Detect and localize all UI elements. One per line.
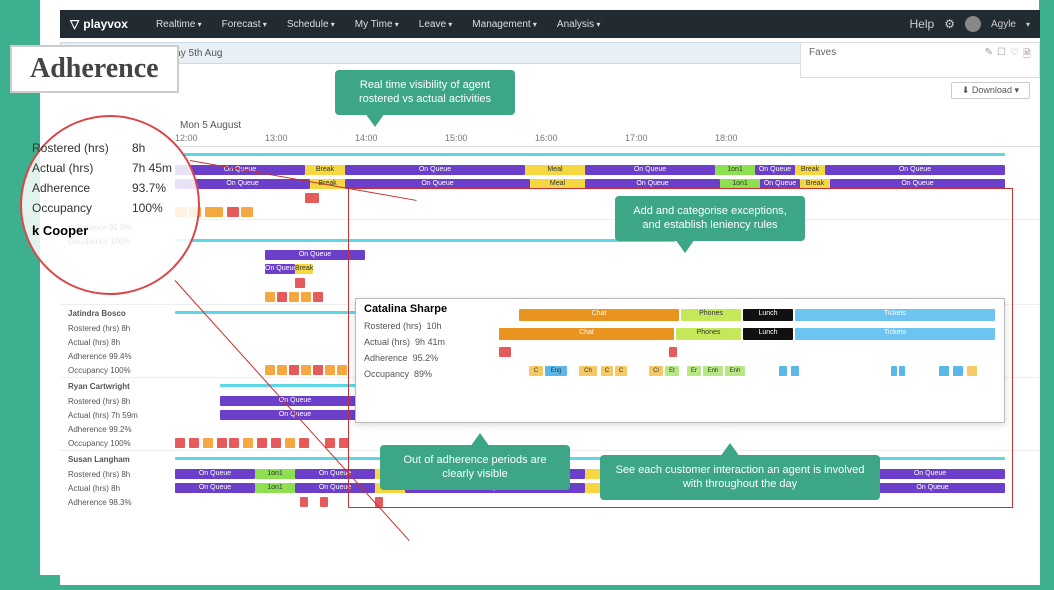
bar-onqueue[interactable]: On Queue (585, 165, 715, 175)
nav-forecast[interactable]: Forecast (214, 15, 275, 34)
nav-mytime[interactable]: My Time (347, 15, 407, 34)
bar-phones[interactable]: Phones (681, 309, 741, 321)
schedule-bar-row[interactable] (175, 149, 1040, 161)
bar-lunch[interactable]: Lunch (743, 309, 793, 321)
hour-tick: 16:00 (535, 133, 625, 146)
agent-name: Ryan Cartwright (60, 382, 175, 391)
heart-icon[interactable]: ♡ (1010, 47, 1019, 64)
chevron-down-icon: ▾ (1014, 85, 1019, 95)
bar-break[interactable]: Break (795, 165, 825, 175)
hour-ruler: 12:00 13:00 14:00 15:00 16:00 17:00 18:0… (60, 133, 1040, 147)
bar-1on1[interactable]: 1on1 (715, 165, 755, 175)
nav-realtime[interactable]: Realtime (148, 15, 210, 34)
hour-tick: 14:00 (355, 133, 445, 146)
faves-panel: Faves ✎ ☐ ♡ 🗎 (800, 42, 1040, 78)
brand-icon: ▽ (70, 17, 79, 31)
hour-tick: 18:00 (715, 133, 805, 146)
bar-break[interactable]: Break (305, 165, 345, 175)
top-navbar: ▽ playvox Realtime Forecast Schedule My … (60, 10, 1040, 38)
help-link[interactable]: Help (910, 17, 935, 31)
brand: ▽ playvox (70, 17, 128, 31)
faves-label: Faves (809, 47, 836, 58)
brand-label: playvox (83, 17, 128, 31)
hour-tick: 15:00 (445, 133, 535, 146)
detail-actual-row[interactable]: Chat Phones Lunch Tickets (519, 327, 996, 341)
nav-analysis[interactable]: Analysis (549, 15, 609, 34)
hour-tick: 12:00 (175, 133, 265, 146)
page-title-card: Adherence (10, 45, 179, 93)
callout-ooa: Out of adherence periods are clearly vis… (380, 445, 570, 490)
timeline-date: Mon 5 August (60, 118, 1040, 133)
bookmark-icon[interactable]: ☐ (997, 47, 1006, 64)
bar-onqueue[interactable]: On Queue (755, 165, 795, 175)
stats-highlight-circle: Rostered (hrs)8h Actual (hrs)7h 45m Adhe… (20, 115, 200, 295)
gear-icon[interactable]: ⚙ (944, 17, 955, 31)
bar-tickets[interactable]: Tickets (795, 309, 995, 321)
exception-marker[interactable] (305, 193, 319, 203)
nav-management[interactable]: Management (464, 15, 545, 34)
callout-exceptions: Add and categorise exceptions, and estab… (615, 196, 805, 241)
detail-interaction-row[interactable]: C Eng Ch C C Cl Et Er Enh Enh (519, 365, 996, 379)
agent-name: Susan Langham (60, 455, 175, 464)
bar-chat[interactable]: Chat (519, 309, 679, 321)
edit-icon[interactable]: ✎ (985, 47, 993, 64)
chevron-down-icon[interactable]: ▾ (1026, 20, 1030, 29)
bar-onqueue[interactable]: On Queue (825, 165, 1005, 175)
schedule-bar-row[interactable]: On Queue Break On Queue Meal On Queue 1o… (175, 164, 1040, 176)
nav-schedule[interactable]: Schedule (279, 15, 343, 34)
detail-rostered-row[interactable]: Chat Phones Lunch Tickets (519, 308, 996, 322)
hour-tick: 13:00 (265, 133, 355, 146)
download-label: Download (972, 85, 1012, 95)
agent-name: Jatindra Bosco (60, 309, 175, 318)
agent-detail-popup: Catalina Sharpe Rostered (hrs) 10h Actua… (355, 298, 1005, 423)
detail-agent-name: Catalina Sharpe (364, 303, 498, 315)
download-icon: ⬇ (962, 85, 970, 95)
save-icon[interactable]: 🗎 (1023, 47, 1031, 64)
download-button[interactable]: ⬇ Download ▾ (951, 82, 1030, 99)
avatar[interactable] (965, 16, 981, 32)
highlighted-agent-name: k Cooper (32, 223, 188, 238)
detail-exception-row[interactable] (519, 346, 996, 360)
callout-interactions: See each customer interaction an agent i… (600, 455, 880, 500)
nav-leave[interactable]: Leave (411, 15, 461, 34)
callout-realtime: Real time visibility of agent rostered v… (335, 70, 515, 115)
page-title: Adherence (30, 53, 159, 85)
user-name[interactable]: Agyle (991, 19, 1016, 30)
bar-meal[interactable]: Meal (525, 165, 585, 175)
hour-tick: 17:00 (625, 133, 715, 146)
bar-onqueue[interactable]: On Queue (345, 165, 525, 175)
